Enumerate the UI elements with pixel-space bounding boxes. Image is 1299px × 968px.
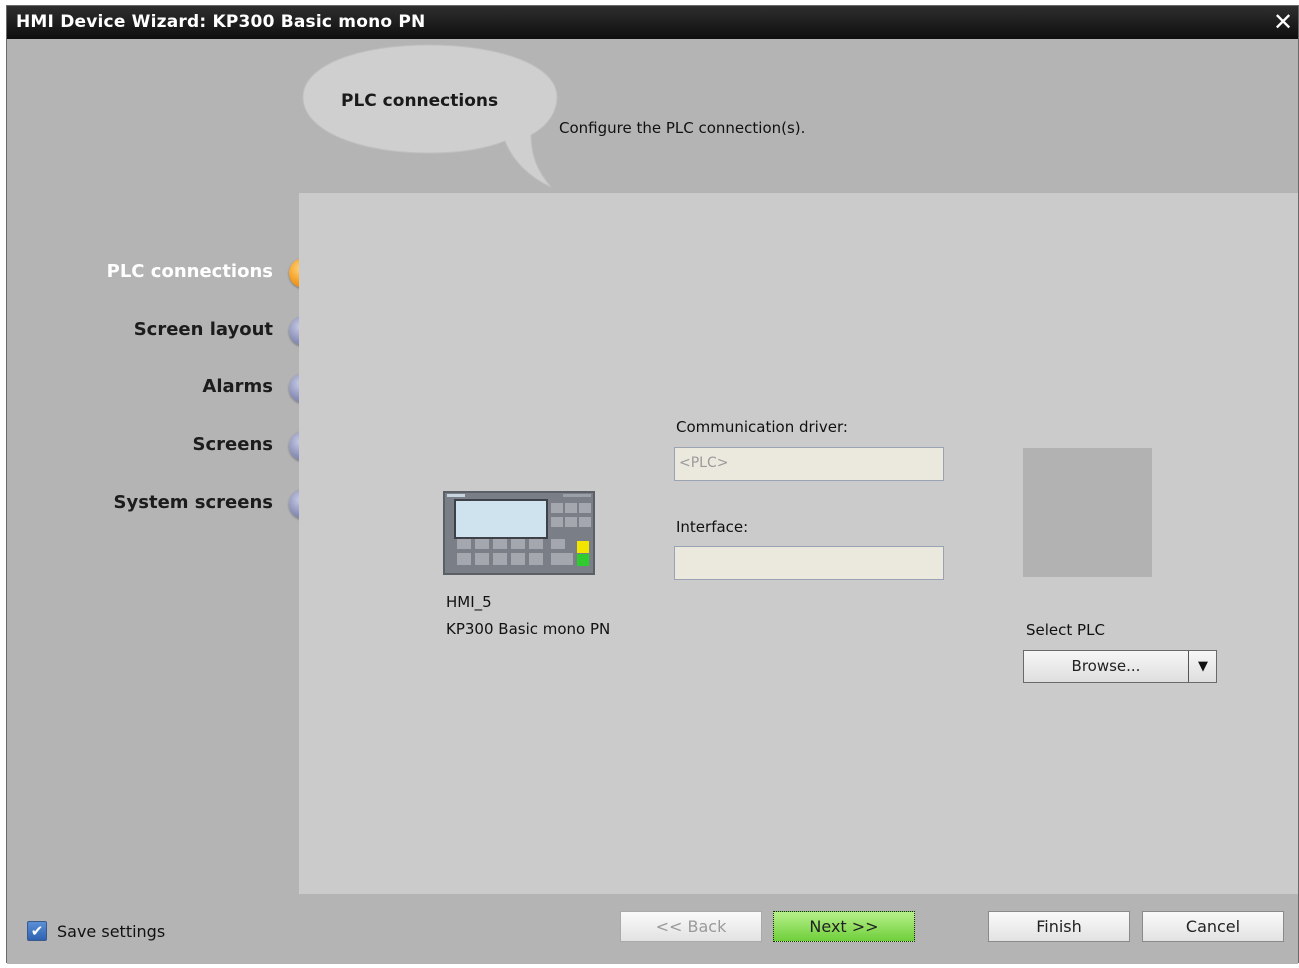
- title-bar: HMI Device Wizard: KP300 Basic mono PN ✕: [7, 6, 1298, 39]
- next-button[interactable]: Next >>: [773, 911, 915, 942]
- step-screen-layout[interactable]: Screen layout: [7, 315, 319, 347]
- page-title: PLC connections: [341, 91, 499, 111]
- finish-button[interactable]: Finish: [988, 911, 1130, 942]
- wizard-content: HMI_5 KP300 Basic mono PN Communication …: [299, 193, 1298, 894]
- step-label: Screen layout: [133, 319, 273, 340]
- interface-label: Interface:: [676, 518, 749, 536]
- communication-driver-label: Communication driver:: [676, 418, 848, 436]
- save-settings-label: Save settings: [57, 922, 166, 941]
- dropdown-separator: [1188, 651, 1189, 682]
- step-label: Screens: [192, 434, 273, 455]
- hmi-device-icon: [443, 491, 595, 575]
- page-description: Configure the PLC connection(s).: [559, 119, 806, 137]
- wizard-window: HMI Device Wizard: KP300 Basic mono PN ✕…: [6, 5, 1299, 964]
- step-system-screens[interactable]: System screens: [7, 488, 319, 520]
- step-label: PLC connections: [106, 261, 273, 282]
- speech-bubble-icon: [302, 44, 558, 188]
- back-button[interactable]: << Back: [620, 911, 762, 942]
- browse-label: Browse...: [1071, 657, 1141, 675]
- chevron-down-icon[interactable]: ▼: [1190, 651, 1216, 682]
- step-label: System screens: [113, 492, 273, 513]
- wizard-steps-sidebar: PLC connections Screen layout Alarms Scr…: [7, 39, 319, 894]
- cancel-button[interactable]: Cancel: [1142, 911, 1284, 942]
- select-plc-label: Select PLC: [1026, 621, 1105, 639]
- wizard-header: PLC connections Configure the PLC connec…: [299, 39, 1298, 193]
- interface-field[interactable]: [674, 546, 944, 580]
- device-type: KP300 Basic mono PN: [446, 620, 611, 638]
- communication-driver-field[interactable]: <PLC>: [674, 447, 944, 481]
- plc-preview-placeholder: [1023, 448, 1152, 577]
- save-settings-checkbox[interactable]: ✔: [27, 921, 47, 941]
- step-label: Alarms: [202, 376, 273, 397]
- wizard-footer: ✔ Save settings << Back Next >> Finish C…: [7, 894, 1298, 964]
- step-plc-connections[interactable]: PLC connections: [7, 257, 319, 289]
- step-screens[interactable]: Screens: [7, 430, 319, 462]
- select-plc-dropdown[interactable]: Browse... ▼: [1023, 650, 1217, 683]
- window-title: HMI Device Wizard: KP300 Basic mono PN: [16, 12, 426, 32]
- device-name: HMI_5: [446, 593, 492, 611]
- close-icon[interactable]: ✕: [1270, 9, 1296, 35]
- step-alarms[interactable]: Alarms: [7, 372, 319, 404]
